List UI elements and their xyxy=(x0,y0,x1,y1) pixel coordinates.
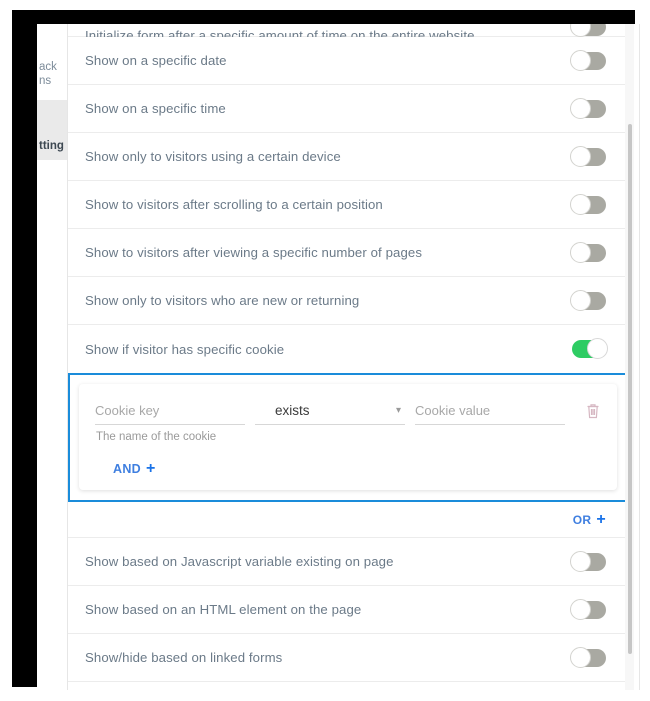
chevron-down-icon: ▾ xyxy=(395,405,401,416)
row-label: Show if visitor has specific cookie xyxy=(85,341,285,357)
panel-edge xyxy=(639,24,640,690)
row-show-html-element[interactable]: Show based on an HTML element on the pag… xyxy=(68,586,628,634)
delete-condition-button[interactable] xyxy=(585,402,601,420)
cookie-key-helper-text: The name of the cookie xyxy=(96,431,217,443)
toggle-show-javascript-variable[interactable] xyxy=(570,550,606,572)
sidebar-item-feedback-forms-line1: ack xyxy=(39,61,57,73)
cookie-value-placeholder: Cookie value xyxy=(415,403,491,418)
toggle-knob xyxy=(570,598,591,620)
toggle-show-hide-linked-forms[interactable] xyxy=(570,646,606,668)
cookie-key-placeholder: Cookie key xyxy=(95,403,160,418)
toggle-knob xyxy=(587,338,608,359)
toggle-knob xyxy=(570,193,591,215)
add-or-condition-button[interactable]: OR + xyxy=(572,510,606,528)
cookie-operator-select[interactable]: exists ▾ xyxy=(255,400,405,425)
row-label: Show only to visitors using a certain de… xyxy=(85,149,341,164)
cookie-key-input[interactable]: Cookie key xyxy=(95,400,245,425)
toggle-show-on-specific-time[interactable] xyxy=(570,97,606,119)
plus-icon: + xyxy=(596,510,606,528)
scrollbar-thumb[interactable] xyxy=(628,124,632,654)
cookie-operator-value: exists xyxy=(275,403,310,418)
row-label: Show/hide based on linked forms xyxy=(85,650,283,665)
toggle-knob xyxy=(570,646,591,668)
row-label: Show based on Javascript variable existi… xyxy=(85,554,394,569)
toggle-show-on-specific-date[interactable] xyxy=(570,49,606,71)
toggle-knob xyxy=(570,49,591,71)
toggle-knob xyxy=(570,550,591,572)
toggle-knob xyxy=(570,289,591,311)
row-show-new-or-returning[interactable]: Show only to visitors who are new or ret… xyxy=(68,277,628,325)
sidebar-item-setting-label: tting xyxy=(39,140,64,152)
toggle-knob xyxy=(570,145,591,167)
sidebar: ack ns tting xyxy=(37,24,68,690)
row-label: Show only to visitors who are new or ret… xyxy=(85,293,360,308)
settings-panel: Initialize form after a specific amount … xyxy=(68,24,640,690)
cookie-value-input[interactable]: Cookie value xyxy=(415,400,565,425)
row-show-on-specific-time[interactable]: Show on a specific time xyxy=(68,85,628,133)
scrollbar-track[interactable] xyxy=(625,24,634,690)
toggle-knob xyxy=(570,24,591,37)
row-show-specific-cookie[interactable]: Show if visitor has specific cookie xyxy=(68,325,628,373)
cookie-condition-editor: Cookie key exists ▾ Cookie value The nam… xyxy=(68,373,628,502)
conditions-list: Initialize form after a specific amount … xyxy=(68,24,628,682)
cookie-condition-fields: Cookie key exists ▾ Cookie value xyxy=(95,400,601,425)
add-or-condition-row: OR + xyxy=(68,502,628,538)
row-initialize-form-after-time[interactable]: Initialize form after a specific amount … xyxy=(68,24,628,43)
screenshot-root: ack ns tting Initialize form after a spe… xyxy=(0,0,650,701)
sidebar-item-setting[interactable]: tting xyxy=(37,100,67,160)
window-frame: ack ns tting Initialize form after a spe… xyxy=(12,10,640,690)
plus-icon: + xyxy=(145,460,156,477)
toggle-show-new-or-returning[interactable] xyxy=(570,289,606,311)
cookie-condition-card: Cookie key exists ▾ Cookie value The nam… xyxy=(79,384,617,490)
add-and-condition-button[interactable]: AND + xyxy=(95,460,601,477)
sidebar-item-feedback-forms-line2: ns xyxy=(39,75,52,87)
toggle-knob xyxy=(570,241,591,263)
row-label: Show to visitors after viewing a specifi… xyxy=(85,245,423,260)
toggle-show-html-element[interactable] xyxy=(570,598,606,620)
row-show-after-scrolling[interactable]: Show to visitors after scrolling to a ce… xyxy=(68,181,628,229)
toggle-show-specific-cookie[interactable] xyxy=(572,338,608,359)
row-show-after-viewing-pages[interactable]: Show to visitors after viewing a specifi… xyxy=(68,229,628,277)
toggle-show-after-viewing-pages[interactable] xyxy=(570,241,606,263)
toggle-knob xyxy=(570,97,591,119)
row-show-hide-linked-forms[interactable]: Show/hide based on linked forms xyxy=(68,634,628,682)
row-label: Show to visitors after scrolling to a ce… xyxy=(85,197,383,212)
toggle-show-after-scrolling[interactable] xyxy=(570,193,606,215)
toggle-initialize-form-after-time[interactable] xyxy=(570,24,606,37)
app-viewport: ack ns tting Initialize form after a spe… xyxy=(37,24,640,690)
row-label: Show on a specific time xyxy=(85,101,226,116)
and-label: AND xyxy=(113,462,141,476)
row-show-on-specific-date[interactable]: Show on a specific date xyxy=(68,37,628,85)
sidebar-item-feedback-forms[interactable]: ack ns xyxy=(37,60,67,94)
row-label: Show on a specific date xyxy=(85,53,227,68)
row-show-certain-device[interactable]: Show only to visitors using a certain de… xyxy=(68,133,628,181)
or-label: OR xyxy=(572,512,592,527)
toggle-show-certain-device[interactable] xyxy=(570,145,606,167)
row-label: Show based on an HTML element on the pag… xyxy=(85,602,362,617)
row-show-javascript-variable[interactable]: Show based on Javascript variable existi… xyxy=(68,538,628,586)
